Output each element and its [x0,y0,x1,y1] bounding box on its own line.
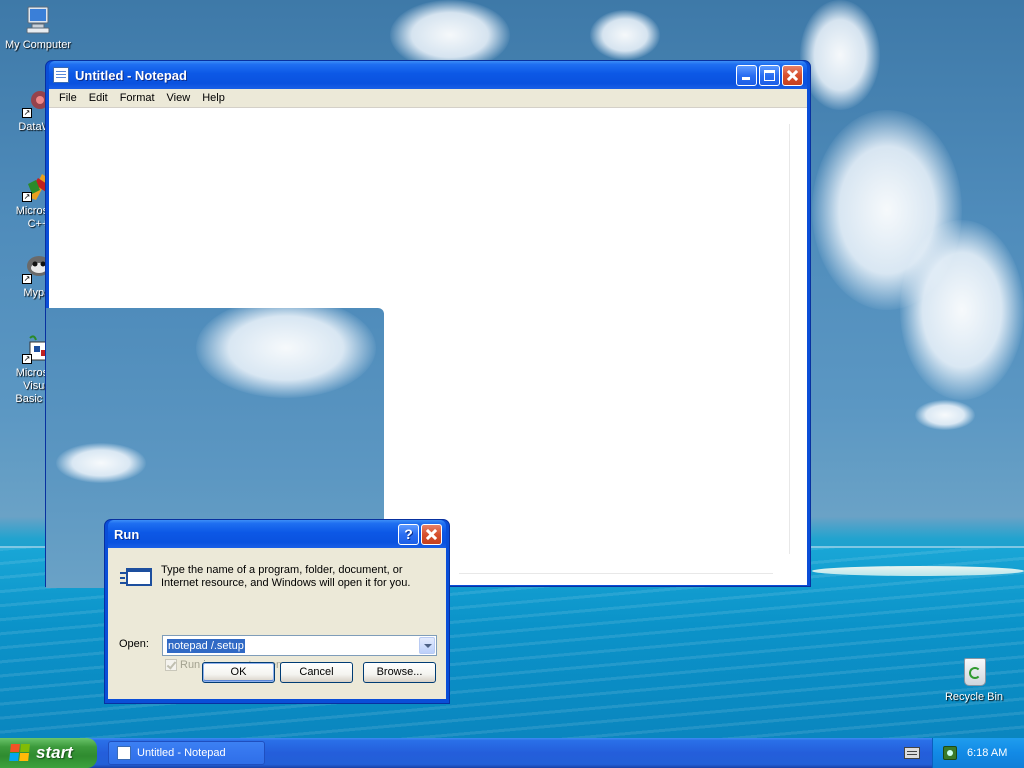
close-button[interactable] [782,64,803,86]
run-description: Type the name of a program, folder, docu… [161,564,411,589]
keyboard-icon[interactable] [904,747,920,759]
recycle-bin-icon [958,656,990,688]
maximize-icon [764,69,775,81]
menu-bar: File Edit Format View Help [49,89,807,108]
run-titlebar[interactable]: Run ? [108,520,446,548]
notepad-text-area[interactable] [46,108,807,588]
notepad-icon [117,746,131,760]
close-icon [783,66,802,85]
menu-format[interactable]: Format [114,92,161,104]
scrollbar-remnant [789,124,793,554]
wallpaper-cloud [800,0,880,110]
cancel-button[interactable]: Cancel [280,662,353,683]
scrollbar-remnant [459,573,773,577]
shortcut-arrow-icon: ↗ [22,192,32,202]
notepad-icon [53,67,69,83]
menu-view[interactable]: View [161,92,197,104]
windows-logo-icon [9,744,31,762]
taskbar-item-notepad[interactable]: Untitled - Notepad [108,741,265,765]
my-computer-icon [22,4,54,36]
system-tray: 6:18 AM [932,738,1024,768]
wallpaper-cloud [915,400,975,430]
network-icon[interactable] [943,746,957,760]
wallpaper-cloud [900,220,1024,400]
wallpaper-cloud [590,10,660,60]
taskbar-item-label: Untitled - Notepad [137,747,226,759]
run-dialog[interactable]: Run ? Type the name of a program, folder… [104,519,450,704]
menu-help[interactable]: Help [196,92,231,104]
open-combobox[interactable]: notepad /.setup [162,635,437,656]
close-icon [422,525,441,544]
island [812,566,1024,576]
start-button[interactable]: start [0,738,97,768]
open-label: Open: [119,638,149,650]
clock[interactable]: 6:18 AM [967,747,1007,759]
desktop-icon-my-computer[interactable]: My Computer [0,4,76,52]
recycle-arrows-icon [969,667,981,679]
start-label: start [36,743,73,762]
notepad-window[interactable]: Untitled - Notepad File Edit Format View… [45,60,811,588]
wallpaper-cloud [196,308,376,398]
wallpaper-cloud [56,443,146,483]
browse-button[interactable]: Browse... [363,662,436,683]
menu-file[interactable]: File [53,92,83,104]
maximize-button[interactable] [759,64,780,86]
ok-button[interactable]: OK [202,662,275,683]
dialog-title: Run [114,526,140,542]
shortcut-arrow-icon: ↗ [22,274,32,284]
help-button[interactable]: ? [398,523,419,545]
desktop-icon-label: Recycle Bin [944,691,1004,703]
shortcut-arrow-icon: ↗ [22,108,32,118]
notepad-titlebar[interactable]: Untitled - Notepad [49,61,807,89]
help-icon: ? [404,525,413,542]
menu-edit[interactable]: Edit [83,92,114,104]
window-title: Untitled - Notepad [75,67,187,83]
minimize-button[interactable] [736,64,757,86]
run-icon [120,564,154,590]
shortcut-arrow-icon: ↗ [22,354,32,364]
separate-memory-checkbox [165,659,177,671]
close-button[interactable] [421,523,442,545]
desktop-icon-recycle-bin[interactable]: Recycle Bin [936,656,1012,704]
open-input[interactable]: notepad /.setup [167,638,245,653]
dropdown-arrow-icon[interactable] [419,637,435,654]
taskbar: start Untitled - Notepad 6:18 AM [0,738,1024,768]
desktop-icon-label: My Computer [4,39,72,51]
minimize-icon [742,76,750,80]
